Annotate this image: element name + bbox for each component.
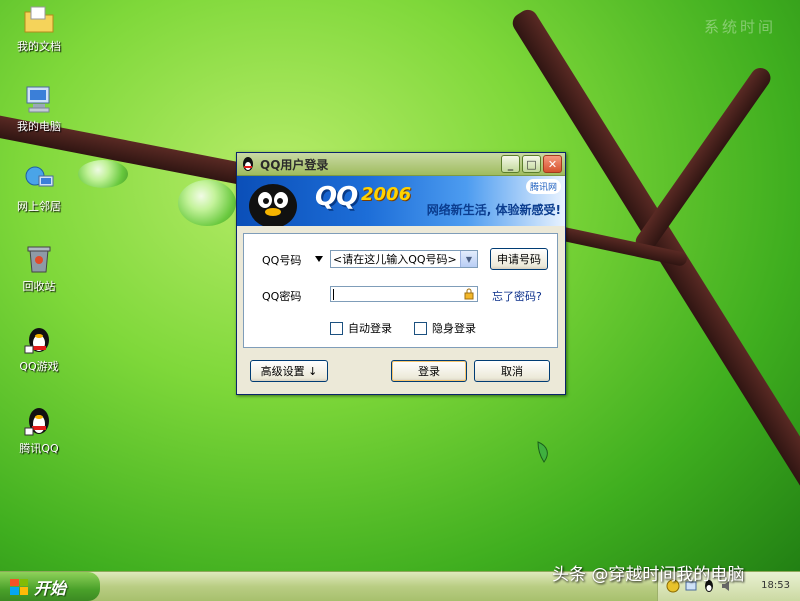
qq-version-year: 2006 [361,184,412,205]
desktop-icon-label: 我的电脑 [17,120,61,133]
apply-number-label: 申请号码 [497,253,541,266]
maximize-button[interactable]: □ [522,155,541,173]
account-label: QQ号码 [262,254,302,267]
qq-penguin-icon [24,408,49,436]
desktop-icon-label: QQ游戏 [19,360,59,373]
checkbox-box[interactable] [414,321,427,335]
invisible-login-checkbox[interactable]: 隐身登录 [414,320,476,336]
minimize-button[interactable]: _ [501,155,520,173]
water-drop [78,160,128,188]
lock-icon [464,288,474,300]
text-caret [333,289,334,300]
windows-flag-icon [10,578,28,595]
desktop-icon-documents[interactable]: 我的文档 [6,4,72,54]
start-label: 开始 [34,578,67,598]
desktop-icon-label: 腾讯QQ [19,442,59,455]
qq-logo: QQ [315,182,358,212]
auto-login-label: 自动登录 [348,322,392,335]
bottom-watermark: 头条 @穿越时间我的电脑 [552,565,745,585]
close-button[interactable]: ✕ [543,155,562,173]
desktop-icon-network[interactable]: 网上邻居 [6,164,72,214]
password-label: QQ密码 [262,290,302,303]
branch-decoration [631,64,775,256]
desktop-icon-label: 我的文档 [17,40,61,53]
documents-folder-icon [24,6,54,33]
checkbox-box[interactable] [330,321,343,335]
banner-slogan: 网络新生活, 体验新感受! [426,203,561,217]
qq-login-window: QQ用户登录 _ □ ✕ QQ 2006 腾讯网 网络新生活, 体验新感受! Q… [236,152,566,395]
advanced-settings-button[interactable]: 高级设置 ↓ [250,360,328,382]
desktop-icon-recycle-bin[interactable]: 回收站 [6,244,72,294]
mouse-cursor-icon [537,441,548,463]
apply-number-button[interactable]: 申请号码 [490,248,548,270]
desktop-icon-computer[interactable]: 我的电脑 [6,84,72,134]
chevron-down-icon[interactable] [314,255,324,263]
water-drop [178,180,236,226]
account-combobox[interactable]: <请在这儿输入QQ号码> ▼ [330,250,478,268]
dropdown-arrow-icon[interactable]: ▼ [460,251,477,267]
tencent-badge[interactable]: 腾讯网 [525,179,561,194]
maximize-icon: □ [526,157,537,171]
advanced-settings-label: 高级设置 ↓ [260,365,318,378]
computer-icon [26,86,50,113]
login-label: 登录 [418,365,440,378]
login-panel: QQ号码 <请在这儿输入QQ号码> ▼ 申请号码 QQ密码 忘了密码? 自动登录 [243,233,558,348]
auto-login-checkbox[interactable]: 自动登录 [330,320,392,336]
network-icon [25,166,54,187]
clock[interactable]: 18:53 [761,580,790,591]
qq-penguin-mascot-icon [249,184,297,226]
window-titlebar[interactable]: QQ用户登录 _ □ ✕ [237,153,565,176]
start-button[interactable]: 开始 [0,572,100,601]
password-field[interactable] [330,286,478,302]
desktop-icon-qq-game[interactable]: QQ游戏 [6,324,72,374]
recycle-bin-icon [27,246,51,273]
qq-penguin-icon [243,157,253,171]
qq-game-icon [24,328,49,354]
login-button[interactable]: 登录 [391,360,467,382]
forgot-password-link[interactable]: 忘了密码? [492,288,542,304]
desktop: 系统时间 我的文档 我的电脑 网上邻居 回收站 QQ游戏 腾讯QQ QQ用户登录… [0,0,800,571]
account-input[interactable]: <请在这儿输入QQ号码> [331,251,460,267]
invisible-login-label: 隐身登录 [432,322,476,335]
minimize-icon: _ [507,157,514,171]
qq-banner: QQ 2006 腾讯网 网络新生活, 体验新感受! [237,176,565,226]
desktop-icon-label: 回收站 [22,280,56,293]
cancel-button[interactable]: 取消 [474,360,550,382]
cancel-label: 取消 [501,365,523,378]
desktop-icon-qq[interactable]: 腾讯QQ [6,406,72,456]
desktop-icon-label: 网上邻居 [17,200,61,213]
window-title: QQ用户登录 [260,157,329,172]
close-icon: ✕ [547,157,558,171]
top-watermark: 系统时间 [703,18,776,36]
